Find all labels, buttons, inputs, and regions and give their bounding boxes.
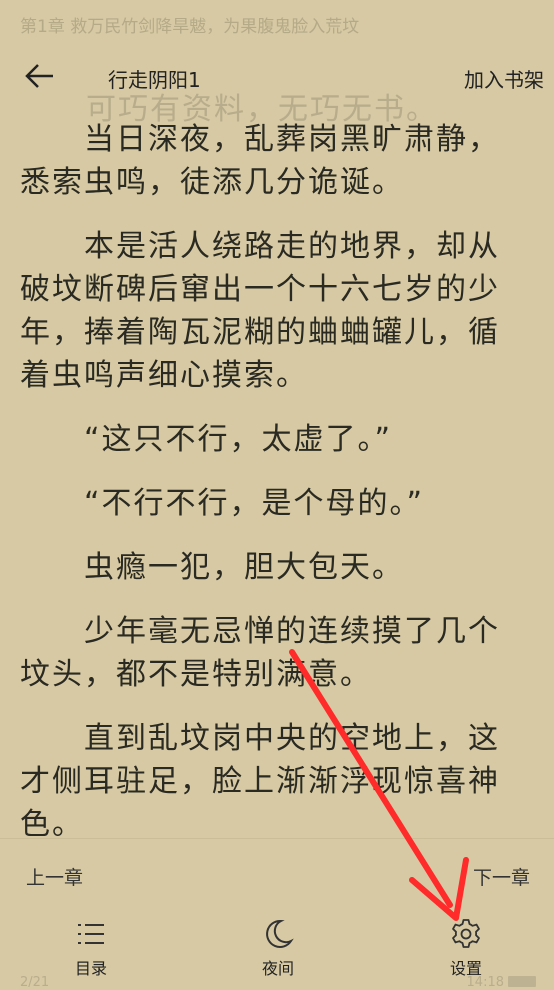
- settings-button[interactable]: 设置: [426, 917, 506, 979]
- paragraph: 本是活人绕路走的地界，却从破坟断碑后窜出一个十六七岁的少年，捧着陶瓦泥糊的蛐蛐罐…: [20, 229, 500, 393]
- list-icon: [78, 924, 104, 944]
- book-title: 行走阴阳1: [108, 68, 201, 92]
- paragraph: 虫瘾一犯，胆大包天。: [84, 550, 404, 585]
- catalog-button[interactable]: 目录: [51, 917, 131, 979]
- next-chapter-button[interactable]: 下一章: [473, 863, 530, 890]
- night-mode-label: 夜间: [261, 959, 294, 978]
- paragraph: 少年毫无忌惮的连续摸了几个坟头，都不是特别满意。: [20, 614, 500, 692]
- prev-chapter-button[interactable]: 上一章: [26, 863, 83, 890]
- paragraph: “这只不行，太虚了。”: [84, 422, 393, 457]
- clock: 14:18: [466, 975, 504, 990]
- back-button[interactable]: [22, 58, 58, 94]
- add-to-shelf-button[interactable]: 加入书架: [464, 64, 544, 93]
- reading-content: 当日深夜，乱葬岗黑旷肃静，悉索虫鸣，徒添几分诡诞。 本是活人绕路走的地界，却从破…: [20, 118, 530, 867]
- catalog-label: 目录: [74, 959, 107, 978]
- moon-icon: [266, 919, 294, 948]
- night-mode-button[interactable]: 夜间: [238, 917, 318, 979]
- top-toolbar: 可巧有资料，无巧无书。 行走阴阳1 加入书架: [0, 36, 554, 127]
- paragraph: “不行不行，是个母的。”: [84, 486, 425, 521]
- gear-icon: [452, 919, 480, 948]
- paragraph: 当日深夜，乱葬岗黑旷肃静，悉索虫鸣，徒添几分诡诞。: [20, 122, 500, 200]
- back-arrow-icon: [25, 64, 53, 88]
- page-indicator: 2/21: [20, 975, 50, 990]
- battery-icon: [508, 976, 536, 987]
- chapter-title: 第1章 救万民竹剑降旱魃，为果腹鬼脸入荒坟: [20, 17, 360, 37]
- paragraph: 直到乱坟岗中央的空地上，这才侧耳驻足，脸上渐渐浮现惊喜神色。: [20, 721, 500, 842]
- bottom-panel: 上一章 下一章 目录 夜间 设置 2/21 14:18: [0, 838, 554, 990]
